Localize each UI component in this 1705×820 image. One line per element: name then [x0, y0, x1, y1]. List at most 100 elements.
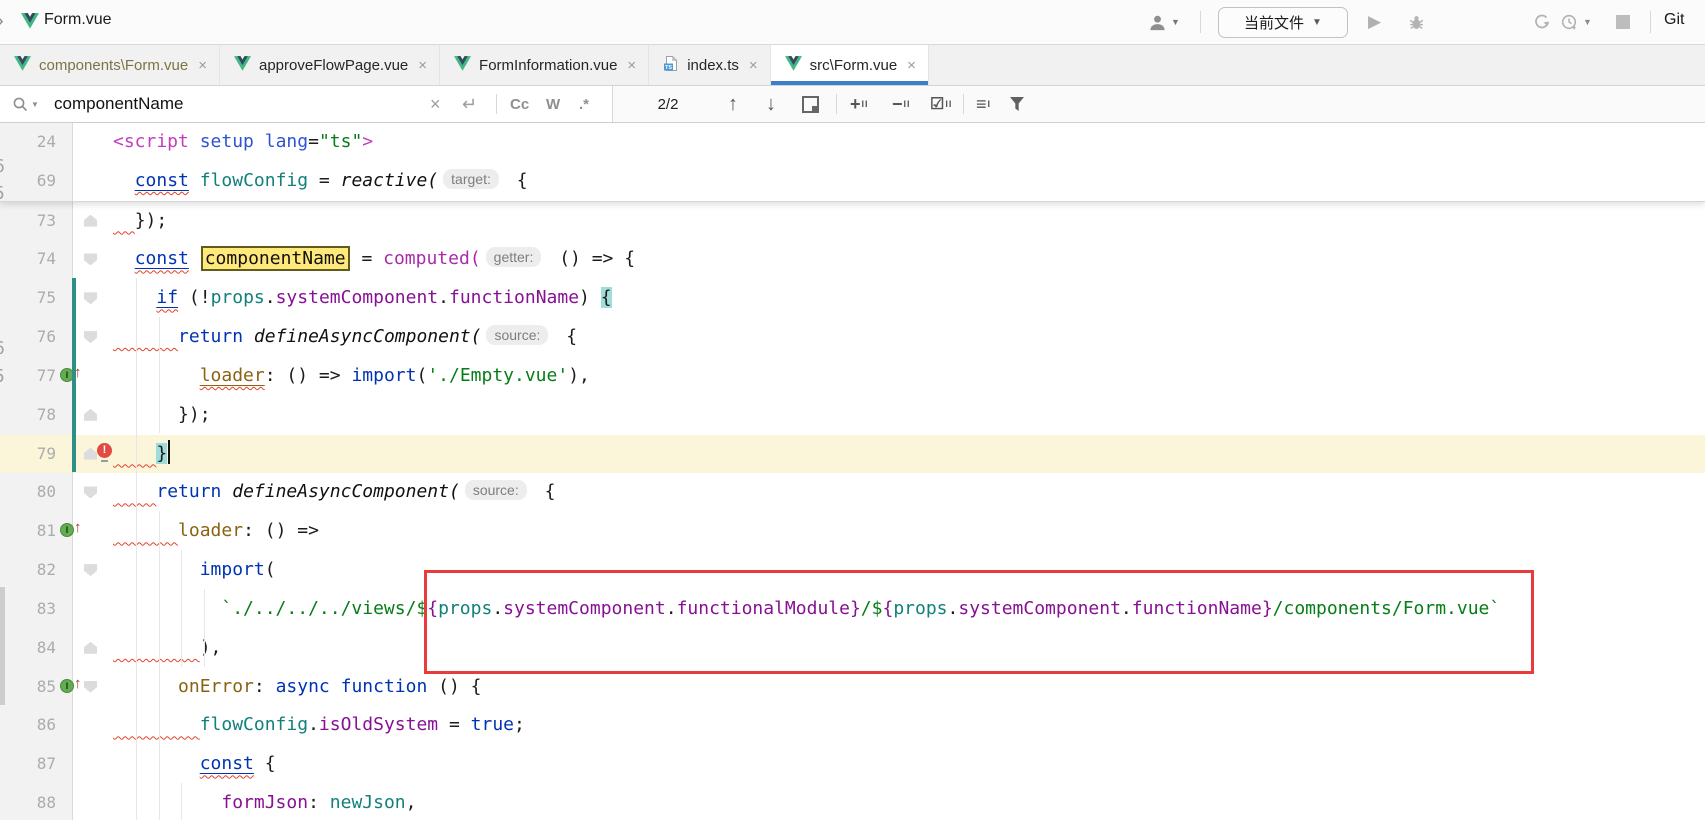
- user-account-button[interactable]: ▼: [1148, 0, 1180, 44]
- code-token: './Empty.vue': [427, 365, 568, 386]
- toolbar-separator: [496, 94, 497, 114]
- code-token: [113, 637, 200, 658]
- search-icon[interactable]: ▼: [12, 86, 39, 122]
- match-case-toggle[interactable]: Cc: [510, 86, 529, 122]
- git-menu[interactable]: Git: [1664, 11, 1684, 29]
- fold-marker-icon[interactable]: [84, 486, 97, 498]
- code-token: [113, 792, 221, 813]
- code-token: newJson: [330, 792, 406, 813]
- tab-approveflowpage-vue[interactable]: approveFlowPage.vue×: [220, 45, 440, 85]
- clear-search-icon[interactable]: ×: [430, 86, 441, 122]
- code-token: props: [893, 598, 947, 619]
- tab-forminformation-vue[interactable]: FormInformation.vue×: [440, 45, 649, 85]
- code-token: functionalModule: [677, 598, 850, 619]
- indent-guide: [181, 550, 182, 667]
- code-text[interactable]: });: [113, 202, 167, 241]
- fold-marker-icon[interactable]: [84, 642, 97, 654]
- code-text[interactable]: `./../../../views/${props.systemComponen…: [113, 590, 1500, 629]
- implemented-marker-icon[interactable]: I↑: [60, 677, 84, 697]
- code-text[interactable]: const componentName = computed(getter: (…: [113, 240, 635, 279]
- code-line-78: 78 });: [0, 396, 1705, 435]
- fold-marker-icon[interactable]: [84, 292, 97, 304]
- error-intention-icon[interactable]: !: [97, 443, 112, 458]
- code-text[interactable]: loader: () => import('./Empty.vue'),: [113, 357, 590, 396]
- line-number: 88: [0, 784, 56, 820]
- code-token: });: [113, 404, 211, 425]
- code-token: functionName: [1132, 598, 1262, 619]
- regex-toggle[interactable]: .*: [579, 86, 589, 122]
- remove-occurrence-icon[interactable]: −II: [892, 86, 911, 122]
- tab-close-icon[interactable]: ×: [907, 57, 916, 74]
- coverage-button[interactable]: [1533, 0, 1551, 44]
- code-text[interactable]: import(: [113, 551, 276, 590]
- code-line-88: 88 formJson: newJson,: [0, 784, 1705, 820]
- add-occurrence-icon[interactable]: +II: [850, 86, 869, 122]
- code-token: setup: [200, 131, 254, 152]
- code-text[interactable]: onError: async function () {: [113, 668, 482, 707]
- code-text[interactable]: <script setup lang="ts">: [113, 123, 373, 162]
- code-text[interactable]: if (!props.systemComponent.functionName)…: [113, 279, 612, 318]
- code-text[interactable]: ),: [113, 629, 221, 668]
- code-token: lang: [265, 131, 308, 152]
- code-token: reactive(: [341, 170, 439, 191]
- whole-words-toggle[interactable]: W: [546, 86, 560, 122]
- tab-close-icon[interactable]: ×: [418, 57, 427, 74]
- next-match-icon[interactable]: ↓: [766, 86, 776, 122]
- fold-marker-icon[interactable]: [84, 448, 97, 460]
- code-token: [330, 676, 341, 697]
- fold-marker-icon[interactable]: [84, 681, 97, 693]
- code-token: [113, 598, 221, 619]
- stop-button[interactable]: [1616, 0, 1630, 44]
- debug-button[interactable]: [1408, 0, 1425, 44]
- code-text[interactable]: return defineAsyncComponent(source: {: [113, 318, 577, 357]
- run-button[interactable]: ▶: [1368, 0, 1381, 44]
- ide-window: › Form.vue ▼ 当前文件 ▼ ▶ ▼ Git components\F…: [0, 0, 1705, 820]
- code-token: .: [308, 714, 319, 735]
- code-line-87: 87 const {: [0, 745, 1705, 784]
- gutter: 69: [0, 162, 113, 201]
- line-number: 83: [0, 590, 56, 629]
- code-text[interactable]: });: [113, 396, 211, 435]
- search-input[interactable]: [52, 86, 416, 122]
- svg-text:TS: TS: [665, 65, 672, 71]
- code-token: [189, 131, 200, 152]
- code-editor[interactable]: 24<script setup lang="ts">69 const flowC…: [0, 123, 1705, 820]
- code-token: }: [850, 598, 861, 619]
- profiler-button[interactable]: ▼: [1560, 0, 1592, 44]
- code-text[interactable]: loader: () =>: [113, 512, 319, 551]
- tab-components-form-vue[interactable]: components\Form.vue×: [0, 45, 220, 85]
- tab-close-icon[interactable]: ×: [198, 57, 207, 74]
- code-line-80: 80 return defineAsyncComponent(source: {: [0, 473, 1705, 512]
- code-token: [113, 714, 200, 735]
- vue-file-icon: [234, 56, 251, 75]
- run-configuration-select[interactable]: 当前文件 ▼: [1218, 7, 1348, 38]
- tab-src-form-vue[interactable]: src\Form.vue×: [771, 45, 929, 85]
- fold-marker-icon[interactable]: [84, 253, 97, 265]
- tab-index-ts[interactable]: TSindex.ts×: [649, 45, 770, 85]
- fold-marker-icon[interactable]: [84, 215, 97, 227]
- newline-icon[interactable]: ↵: [462, 86, 477, 122]
- previous-match-icon[interactable]: ↑: [728, 86, 738, 122]
- indent-guide: [136, 278, 137, 820]
- sticky-context-lines: 24<script setup lang="ts">69 const flowC…: [0, 123, 1705, 202]
- filter-funnel-icon[interactable]: [1010, 86, 1024, 122]
- code-token: ),: [568, 365, 590, 386]
- code-text[interactable]: const {: [113, 745, 276, 784]
- search-in-selection-icon[interactable]: [802, 86, 819, 122]
- select-all-occurrences-icon[interactable]: ☑II: [930, 86, 952, 122]
- indent-guide: [159, 317, 160, 433]
- fold-marker-icon[interactable]: [84, 564, 97, 576]
- filter-lines-icon[interactable]: ≡I: [976, 86, 991, 122]
- fold-marker-icon[interactable]: [84, 409, 97, 421]
- tab-close-icon[interactable]: ×: [627, 57, 636, 74]
- code-text[interactable]: const flowConfig = reactive(target: {: [113, 162, 528, 201]
- code-text[interactable]: }: [113, 435, 170, 474]
- code-token: {: [254, 753, 276, 774]
- tab-close-icon[interactable]: ×: [749, 57, 758, 74]
- fold-marker-icon[interactable]: [84, 331, 97, 343]
- implemented-marker-icon[interactable]: I↑: [60, 521, 84, 541]
- code-text[interactable]: return defineAsyncComponent(source: {: [113, 473, 555, 512]
- code-text[interactable]: flowConfig.isOldSystem = true;: [113, 706, 525, 745]
- code-line-76: 76 return defineAsyncComponent(source: {: [0, 318, 1705, 357]
- code-token: [113, 520, 178, 541]
